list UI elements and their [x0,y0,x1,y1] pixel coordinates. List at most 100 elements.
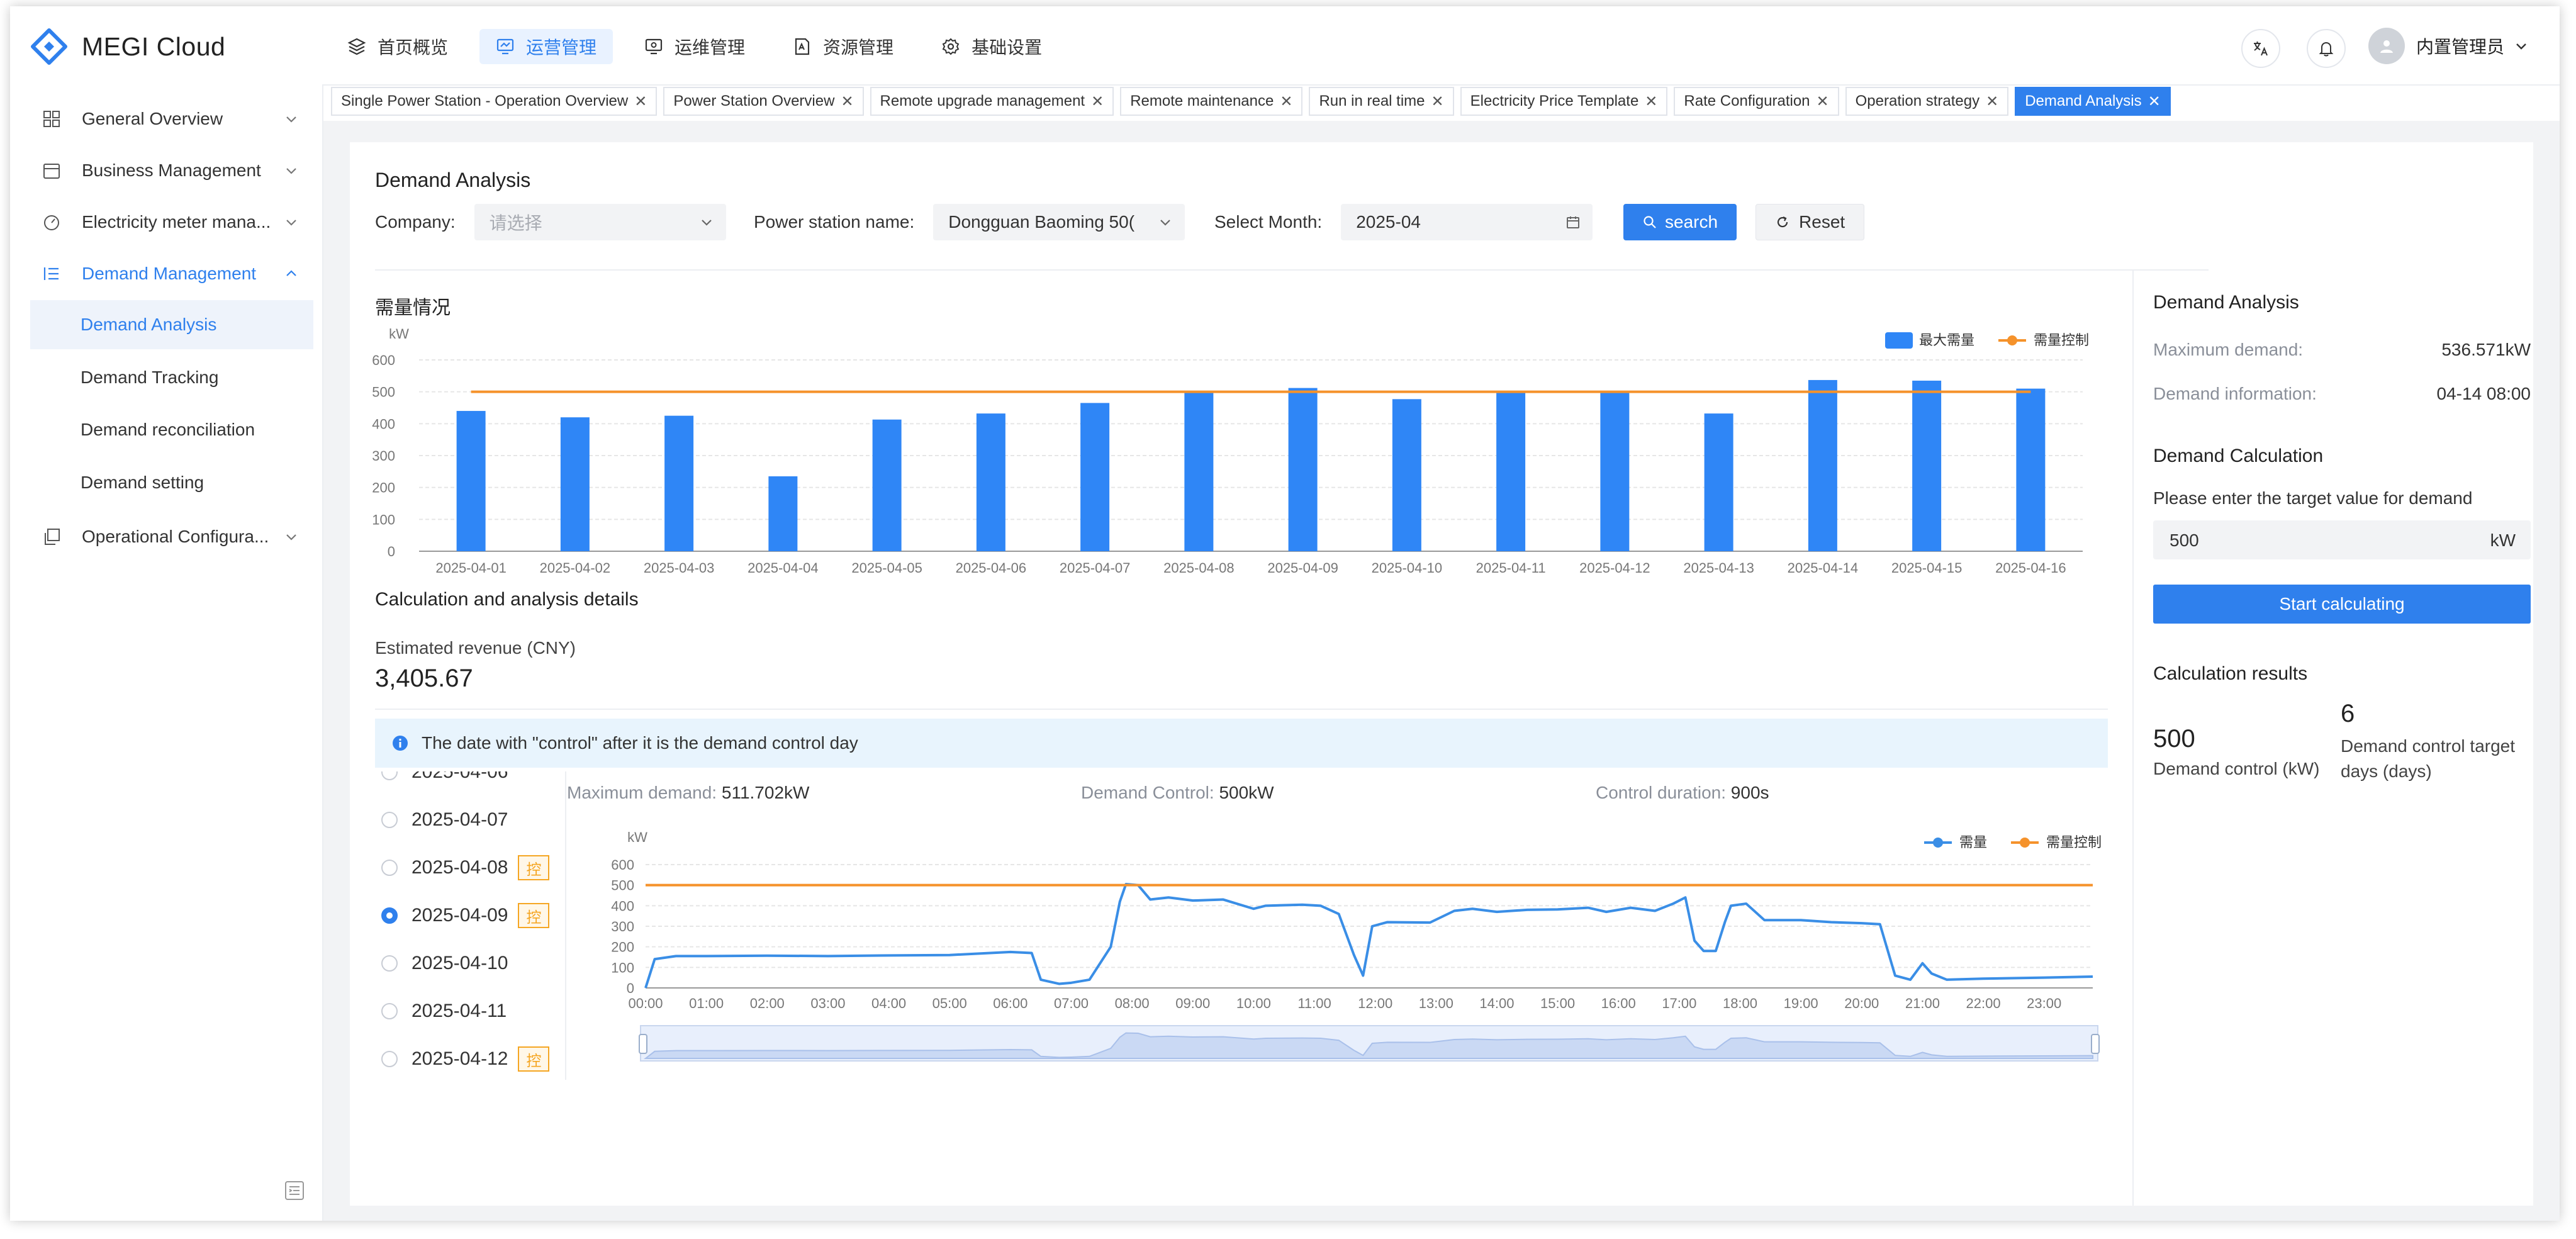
calc-section-title: Calculation and analysis details [375,589,639,610]
close-icon[interactable]: ✕ [1817,93,1829,111]
bell-icon [2319,42,2334,57]
x-tick-label: 10:00 [1236,995,1271,1011]
date-item[interactable]: 2025-04-11 [381,995,507,1027]
date-item[interactable]: 2025-04-10 [381,948,508,979]
demand-info-label: Demand information: [2153,384,2317,403]
tab-single-power-station[interactable]: Single Power Station - Operation Overvie… [331,87,658,116]
x-tick-label: 08:00 [1115,995,1150,1011]
tab-label: Operation strategy [1855,93,1980,109]
topnav-home-overview[interactable]: 首页概览 [331,29,464,64]
y-tick-label: 400 [372,416,395,432]
radio-button[interactable] [381,860,398,876]
date-item[interactable]: 2025-04-08 控 [381,852,550,883]
tab-operation-strategy[interactable]: Operation strategy ✕ [1845,87,2009,116]
sidebar-item-operational-configuration[interactable]: Operational Configura... [30,511,313,563]
sidebar-subitem-demand-analysis[interactable]: Demand Analysis [30,300,313,349]
x-tick-label: 18:00 [1723,995,1757,1011]
x-tick-label: 2025-04-07 [1060,560,1131,576]
sidebar-subitem-demand-tracking[interactable]: Demand Tracking [30,353,313,402]
app-name: MEGI Cloud [82,31,226,61]
close-icon[interactable]: ✕ [1091,93,1104,111]
x-tick-label: 14:00 [1479,995,1514,1011]
radio-button[interactable] [381,771,398,780]
start-calculating-button[interactable]: Start calculating [2153,585,2531,624]
close-icon[interactable]: ✕ [634,93,647,111]
topnav-operations[interactable]: 运营管理 [479,29,613,64]
radio-button[interactable] [381,1003,398,1019]
close-icon[interactable]: ✕ [1431,93,1444,111]
result-days-label: Demand control target days (days) [2341,736,2516,781]
sidebar-item-business-management[interactable]: Business Management [30,145,313,196]
sidebar-item-electricity-meter[interactable]: Electricity meter mana... [30,196,313,248]
radio-button[interactable] [381,1051,398,1067]
user-icon [2380,40,2393,53]
tab-electricity-price-template[interactable]: Electricity Price Template ✕ [1460,87,1668,116]
x-tick-label: 2025-04-10 [1372,560,1443,576]
legend-marker [2020,838,2030,848]
tab-label: Electricity Price Template [1470,93,1639,109]
language-button[interactable] [2241,29,2280,68]
target-value-input[interactable]: 500 kW [2153,520,2531,559]
tab-rate-configuration[interactable]: Rate Configuration ✕ [1674,87,1839,116]
target-unit: kW [2490,530,2516,550]
x-tick-label: 16:00 [1601,995,1636,1011]
user-menu[interactable]: 内置管理员 [2368,28,2528,64]
date-label: 2025-04-06 [412,771,508,782]
x-tick-label: 13:00 [1419,995,1453,1011]
radio-button[interactable] [381,955,398,972]
sidebar-subitem-demand-reconciliation[interactable]: Demand reconciliation [30,405,313,454]
close-icon[interactable]: ✕ [1645,93,1657,111]
chevron-down-icon [286,534,296,541]
collapse-sidebar-icon[interactable] [284,1180,305,1201]
max-demand-stat: Maximum demand: 511.702kW [567,783,809,803]
x-tick-label: 2025-04-06 [956,560,1027,576]
bar [1808,379,1837,551]
radio-button-checked[interactable] [381,907,398,924]
bar [1184,392,1214,551]
close-icon[interactable]: ✕ [2148,93,2161,111]
y-tick-label: 300 [372,448,395,464]
x-tick-label: 2025-04-09 [1267,560,1338,576]
topnav-label: 运营管理 [526,38,597,57]
topnav-resources[interactable]: 资源管理 [776,29,910,64]
control-duration-stat: Control duration: 900s [1596,783,1769,803]
legend-label: 需量控制 [2034,332,2089,348]
topnav-maintenance[interactable]: 运维管理 [628,29,761,64]
logo[interactable]: MEGI Cloud [30,28,225,65]
bar [1288,388,1318,551]
date-item-selected[interactable]: 2025-04-09 控 [381,900,550,931]
demand-bar-chart: kW 0 100 200 300 400 500 600 2025-04-01 2025-04-0… [372,326,2089,576]
y-tick-label: 600 [372,352,395,368]
tab-label: Demand Analysis [2025,93,2142,109]
x-tick-label: 20:00 [1844,995,1879,1011]
notification-button[interactable] [2307,29,2346,68]
x-tick-label: 21:00 [1905,995,1940,1011]
tab-run-in-real-time[interactable]: Run in real time ✕ [1309,87,1454,116]
x-tick-label: 2025-04-16 [1995,560,2066,576]
x-tick-label: 2025-04-03 [644,560,715,576]
x-tick-label: 06:00 [993,995,1028,1011]
topnav-basic-settings[interactable]: 基础设置 [925,29,1058,64]
sidebar-item-demand-management[interactable]: Demand Management [30,248,313,300]
legend-marker [2007,335,2017,345]
close-icon[interactable]: ✕ [841,93,853,111]
divider [2132,271,2134,1206]
tab-remote-upgrade[interactable]: Remote upgrade management ✕ [870,87,1114,116]
tab-power-station-overview[interactable]: Power Station Overview ✕ [663,87,864,116]
radio-button[interactable] [381,812,398,828]
sidebar-subitem-demand-setting[interactable]: Demand setting [30,458,313,507]
date-item[interactable]: 2025-04-07 [381,804,508,836]
x-tick-label: 2025-04-12 [1579,560,1650,576]
close-icon[interactable]: ✕ [1986,93,1998,111]
sidebar-item-general-overview[interactable]: General Overview [30,93,313,145]
topnav-label: 资源管理 [823,38,894,57]
results-title: Calculation results [2153,663,2308,684]
top-nav: 首页概览 运营管理 运维管理 资源管理 基础设置 [331,29,1058,64]
tab-demand-analysis[interactable]: Demand Analysis ✕ [2015,87,2171,116]
date-item[interactable]: 2025-04-06 [381,771,508,788]
legend-label: 最大需量 [1919,332,1974,348]
date-item[interactable]: 2025-04-12 控 [381,1043,550,1075]
tab-remote-maintenance[interactable]: Remote maintenance ✕ [1120,87,1303,116]
list-icon [43,267,59,280]
close-icon[interactable]: ✕ [1280,93,1292,111]
